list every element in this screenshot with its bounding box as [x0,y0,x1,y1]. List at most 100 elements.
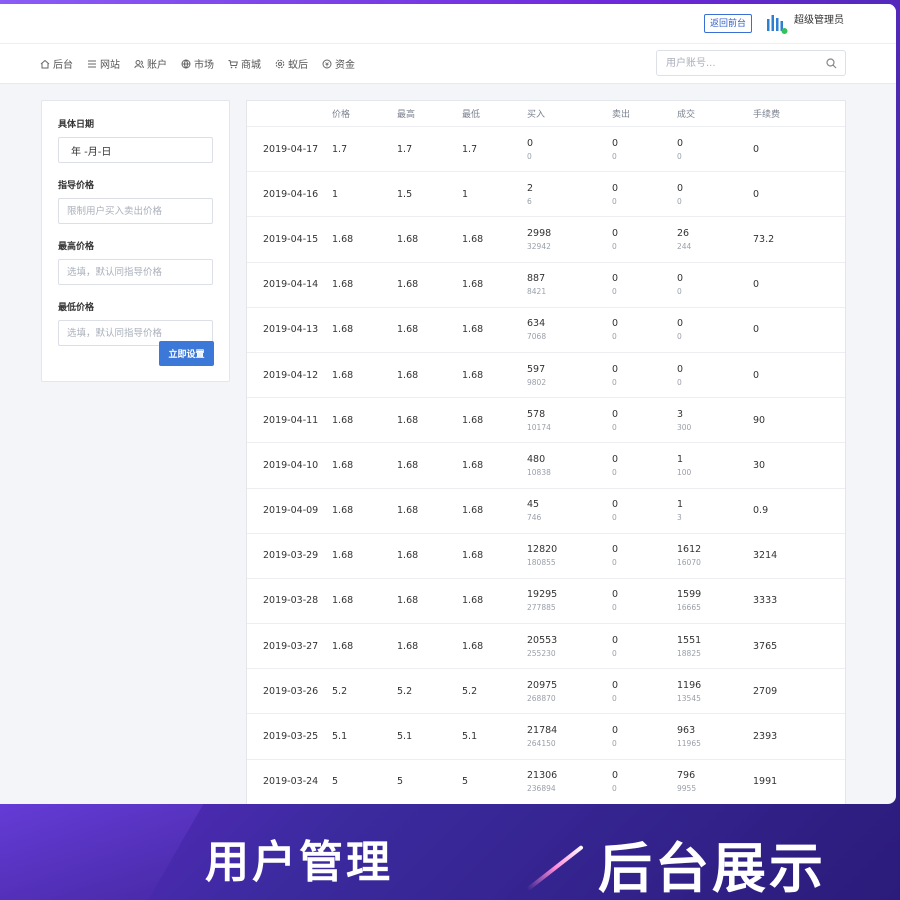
low-price-label: 最低价格 [58,303,95,313]
cell-date: 2019-03-25 [263,731,319,743]
cell-low: 5.1 [462,731,478,743]
cell-deal: 00 [677,318,753,341]
high-price-label: 最高价格 [58,242,95,252]
nav-item-shop[interactable]: 商城 [228,56,261,71]
cell-deal-amount: 0 [677,287,682,297]
nav-item-market[interactable]: 市场 [181,56,214,71]
search-icon[interactable] [826,58,837,69]
cell-sell-count: 0 [612,634,619,646]
cell-sell-amount: 0 [612,196,617,206]
user-search-input[interactable] [666,51,826,76]
high-price-field[interactable] [58,259,213,285]
cell-buy: 20553 255230 [527,635,612,658]
cell-low: 1.68 [462,640,484,652]
cell-deal-count: 0 [677,318,684,330]
cell-price: 1.68 [332,369,354,381]
cell-deal-count: 1551 [677,634,702,646]
users-icon [134,59,144,68]
cell-sell: 00 [612,635,677,658]
table-row: 2019-04-10 1.68 1.68 1.68 480 10838 0 0 1 100 30 [247,443,845,489]
cell-buy-amount: 9802 [527,377,547,387]
cell-date: 2019-04-10 [263,459,319,471]
cell-low: 5.2 [462,685,478,697]
cell-price: 5.2 [332,685,348,697]
price-settings-form: 具体日期 年 -月-日 指导价格 最高价格 最低价格 立即设置 [41,100,230,382]
cell-deal-count: 796 [677,770,696,782]
cell-high: 5.2 [397,685,413,697]
cell-high: 1.68 [397,505,419,517]
nav-item-label: 网站 [100,60,120,71]
nav-item-queen[interactable]: 蚁后 [275,56,308,71]
cell-deal-count: 0 [677,363,684,375]
cell-low: 1.68 [462,279,484,291]
cell-deal-amount: 13545 [677,693,701,703]
cell-sell-amount: 0 [612,693,617,703]
cell-buy: 20975 268870 [527,680,612,703]
cell-deal-amount: 0 [677,196,682,206]
cell-buy-amount: 0 [527,151,532,161]
cell-buy: 21784 264150 [527,725,612,748]
cell-sell-amount: 0 [612,558,617,568]
cell-deal-amount: 11965 [677,739,701,749]
cell-sell: 00 [612,770,677,793]
cell-date: 2019-04-17 [263,143,319,155]
cell-deal: 00 [677,273,753,296]
cell-price: 1.68 [332,324,354,336]
cell-high: 1.5 [397,188,413,200]
cell-low: 1 [462,188,469,200]
cell-deal-count: 0 [677,137,684,149]
header-price: 价格 [332,110,351,120]
coin-icon [322,59,332,68]
submit-settings-button[interactable]: 立即设置 [159,341,214,366]
cell-deal-count: 0 [677,182,684,194]
nav-item-site[interactable]: 网站 [87,56,120,71]
cell-price: 1.68 [332,414,354,426]
cell-buy-count: 634 [527,318,546,330]
nav-item-label: 市场 [194,60,214,71]
cell-deal: 1551 18825 [677,635,753,658]
cell-sell-count: 0 [612,770,619,782]
cell-fee: 0 [753,143,760,155]
cell-buy: 480 10838 [527,454,612,477]
nav-item-funds[interactable]: 资金 [322,56,355,71]
admin-bars-logo-icon [767,15,788,34]
cell-sell-amount: 0 [612,422,617,432]
cell-deal-amount: 0 [677,377,682,387]
nav-item-home[interactable]: 后台 [40,56,73,71]
nav-item-accounts[interactable]: 账户 [134,56,167,71]
cell-buy-count: 12820 [527,544,558,556]
cell-sell: 00 [612,409,677,432]
admin-window: 返回前台 超级管理员 后台 网站 账户 市场 商城 蚁后 资金 用户账号... … [0,4,896,804]
cell-high: 1.7 [397,143,413,155]
cell-sell: 00 [612,364,677,387]
main-nav: 后台 网站 账户 市场 商城 蚁后 资金 [0,44,896,84]
cell-deal-amount: 0 [677,332,682,342]
cell-low: 1.68 [462,595,484,607]
cell-sell-amount: 0 [612,287,617,297]
cell-low: 1.7 [462,143,478,155]
table-row: 2019-03-26 5.2 5.2 5.2 20975 268870 0 0 1196 1354… [247,669,845,715]
cell-sell-amount: 0 [612,377,617,387]
guide-price-field[interactable] [58,198,213,224]
cell-fee: 0.9 [753,505,769,517]
cell-sell-amount: 0 [612,603,617,613]
cell-sell-count: 0 [612,273,619,285]
cell-buy-count: 20553 [527,634,558,646]
cell-high: 1.68 [397,233,419,245]
cell-sell-count: 0 [612,137,619,149]
cell-sell-count: 0 [612,544,619,556]
cell-buy: 12820 180855 [527,544,612,567]
cell-low: 1.68 [462,505,484,517]
admin-username[interactable]: 超级管理员 [794,11,844,26]
cell-deal-amount: 0 [677,151,682,161]
date-picker-field[interactable]: 年 -月-日 [58,137,213,163]
cell-fee: 3214 [753,550,778,562]
nav-item-label: 账户 [147,60,167,71]
cell-buy-count: 21306 [527,770,558,782]
back-to-frontend-button[interactable]: 返回前台 [704,14,753,33]
table-row: 2019-04-12 1.68 1.68 1.68 597 9802 0 0 0 0 0 [247,353,845,399]
user-search-box [656,50,846,76]
cell-deal: 3 300 [677,409,753,432]
cell-date: 2019-03-27 [263,640,319,652]
cell-buy-count: 21784 [527,725,558,737]
